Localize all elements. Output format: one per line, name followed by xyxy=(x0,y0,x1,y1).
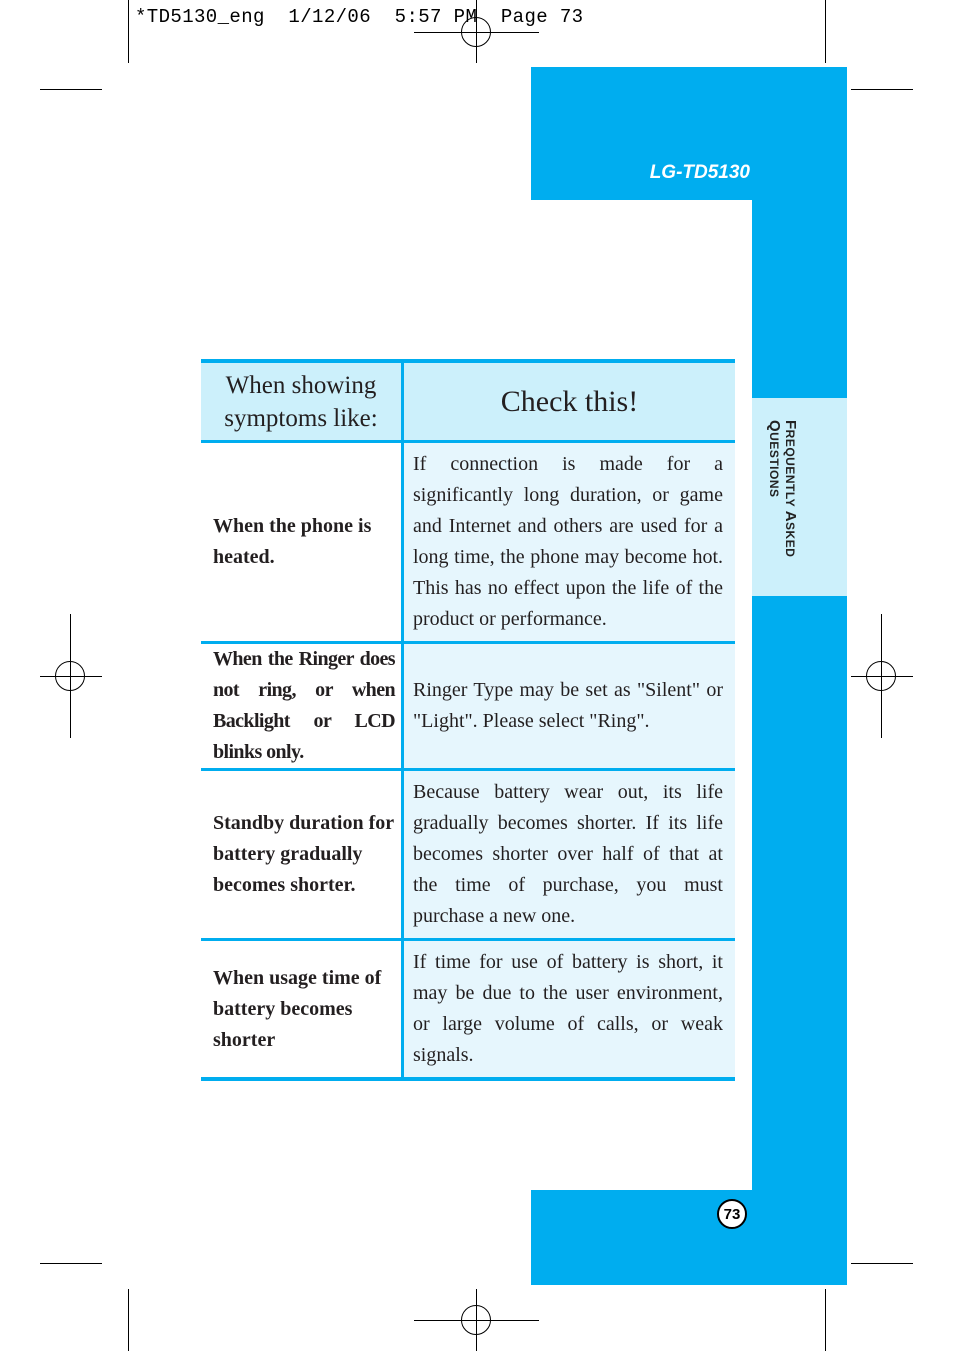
side-bar-lower xyxy=(752,596,847,1190)
crop-mark xyxy=(128,1289,129,1351)
table-header-row: When showing symptoms like: Check this! xyxy=(201,359,735,443)
check-cell: Because battery wear out, its life gradu… xyxy=(402,769,735,941)
crop-mark xyxy=(825,0,826,63)
symptom-cell: When the phone is heated. xyxy=(201,441,404,644)
header-symptoms: When showing symptoms like: xyxy=(201,359,404,443)
faq-table: When showing symptoms like: Check this! … xyxy=(201,359,735,1081)
crop-mark xyxy=(40,1263,102,1264)
crop-mark xyxy=(851,1263,913,1264)
crop-mark xyxy=(825,1289,826,1351)
side-bar-upper xyxy=(752,200,847,398)
table-row: Standby duration for battery gradually b… xyxy=(201,769,735,941)
check-cell: If time for use of battery is short, it … xyxy=(402,939,735,1081)
table-row: When usage time of battery becomes short… xyxy=(201,939,735,1081)
table-row: When the Ringer does not ring, or when B… xyxy=(201,642,735,771)
check-cell: If connection is made for a significantl… xyxy=(402,441,735,644)
crop-mark xyxy=(128,0,129,63)
section-tab-label: FREQUENTLY ASKED QUESTIONS xyxy=(766,420,799,558)
symptom-cell: When usage time of battery becomes short… xyxy=(201,939,404,1081)
print-slug: *TD5130_eng 1/12/06 5:57 PM Page 73 xyxy=(135,6,584,28)
symptom-cell: Standby duration for battery gradually b… xyxy=(201,769,404,941)
page-number: 73 xyxy=(717,1199,747,1229)
header-check-this: Check this! xyxy=(402,359,735,443)
crop-mark xyxy=(851,89,913,90)
symptom-cell: When the Ringer does not ring, or when B… xyxy=(201,642,404,771)
crop-mark xyxy=(40,89,102,90)
model-name: LG-TD5130 xyxy=(649,162,750,183)
table-row: When the phone is heated. If connection … xyxy=(201,441,735,644)
footer-banner xyxy=(531,1190,847,1285)
check-cell: Ringer Type may be set as "Silent" or "L… xyxy=(402,642,735,771)
